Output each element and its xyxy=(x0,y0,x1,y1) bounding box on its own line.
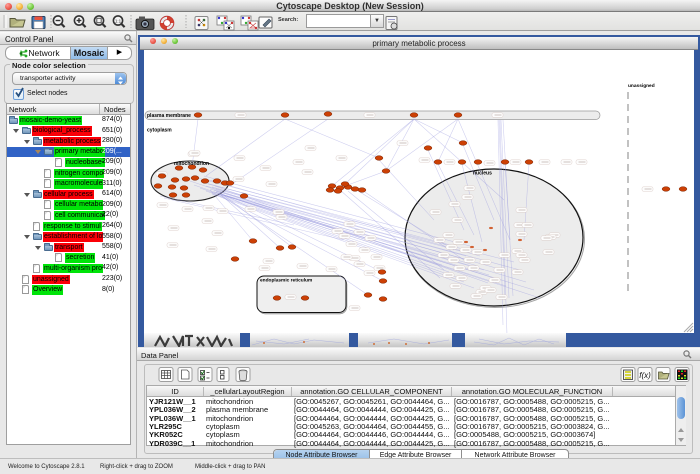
svg-text:plasma membrane: plasma membrane xyxy=(147,113,191,119)
svg-text:mitochondrion: mitochondrion xyxy=(174,161,209,167)
svg-text:unassigned: unassigned xyxy=(628,83,655,89)
svg-text:1:1: 1:1 xyxy=(115,19,122,24)
svg-text:f(x): f(x) xyxy=(639,371,651,380)
svg-text:nucleus: nucleus xyxy=(473,171,492,177)
svg-text:endoplasmic reticulum: endoplasmic reticulum xyxy=(260,278,312,284)
svg-text:cytoplasm: cytoplasm xyxy=(147,128,172,134)
